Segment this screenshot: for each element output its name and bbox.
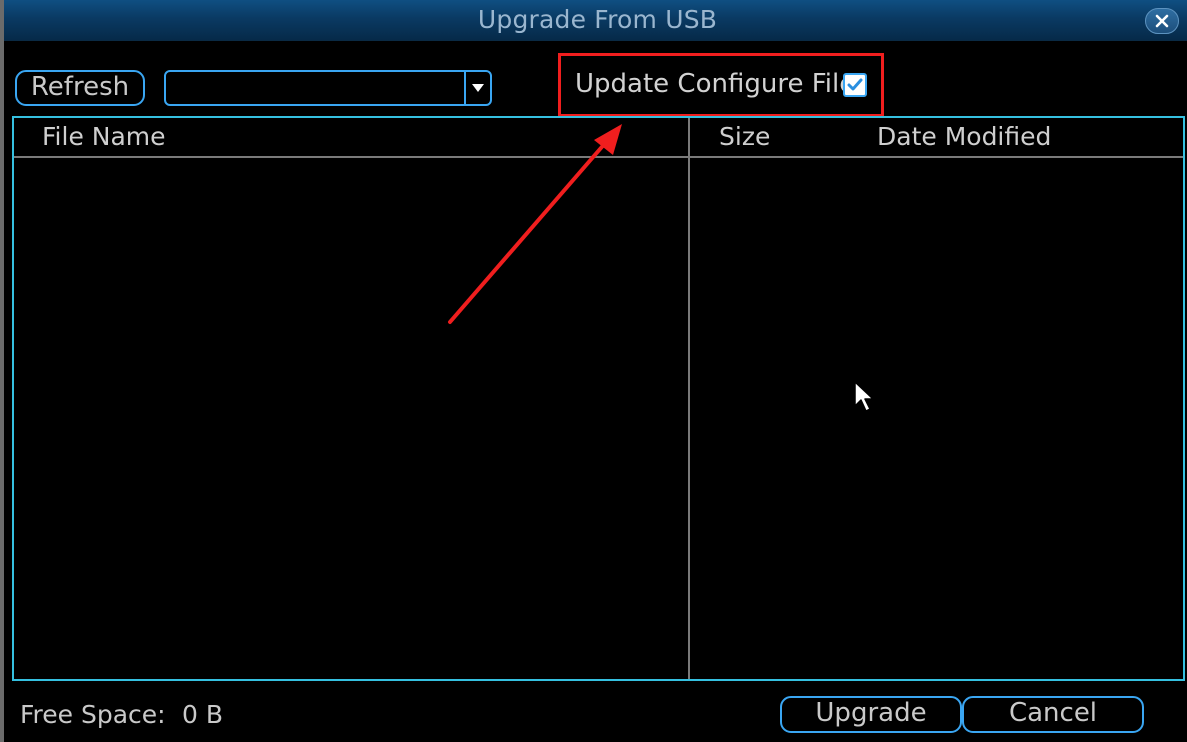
upgrade-dialog: Upgrade From USB Refresh Update Configur… xyxy=(0,0,1187,742)
column-header-date-modified[interactable]: Date Modified xyxy=(877,122,1051,151)
title-bar: Upgrade From USB xyxy=(4,0,1187,41)
free-space-value: 0 B xyxy=(182,700,224,729)
refresh-button[interactable]: Refresh xyxy=(15,70,145,106)
column-header-size[interactable]: Size xyxy=(719,122,770,151)
free-space-label: Free Space: xyxy=(20,700,166,729)
update-config-label: Update Configure File xyxy=(575,69,856,99)
table-header: File Name Size Date Modified xyxy=(14,118,1183,158)
file-table[interactable]: File Name Size Date Modified xyxy=(12,116,1185,681)
dropdown-toggle[interactable] xyxy=(464,72,490,104)
close-icon xyxy=(1155,14,1169,28)
column-header-file-name[interactable]: File Name xyxy=(42,122,166,151)
upgrade-button[interactable]: Upgrade xyxy=(780,696,962,733)
dialog-title: Upgrade From USB xyxy=(477,5,718,34)
chevron-down-icon xyxy=(472,84,484,92)
column-divider xyxy=(688,118,690,679)
usb-device-select[interactable] xyxy=(164,70,492,106)
mouse-cursor-icon xyxy=(854,381,874,412)
close-button[interactable] xyxy=(1145,8,1179,34)
checkmark-icon xyxy=(847,78,863,91)
cancel-button[interactable]: Cancel xyxy=(962,696,1144,733)
update-config-checkbox[interactable] xyxy=(843,73,867,97)
